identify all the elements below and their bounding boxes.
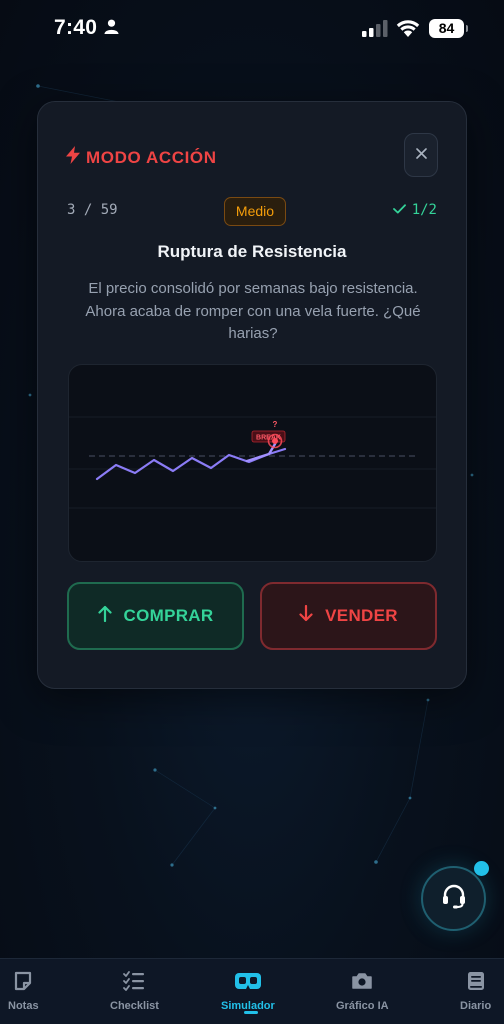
headset-icon xyxy=(440,882,468,915)
breakout-marker: BREAK ? xyxy=(251,420,286,449)
score-label: 1/2 xyxy=(411,202,437,218)
support-button[interactable] xyxy=(421,866,486,931)
camera-icon xyxy=(351,971,373,996)
scenario-title: Ruptura de Resistencia xyxy=(157,242,347,261)
simulator-card: MODO ACCIÓN 3 / 59 Medio 1/2 Ruptura de … xyxy=(37,101,467,689)
close-icon xyxy=(415,146,427,164)
nav-label: Checklist xyxy=(110,1000,159,1012)
checklist-icon xyxy=(123,971,145,996)
nav-item-grafico-ia[interactable]: Gráfico IA xyxy=(336,971,389,1012)
nav-item-simulador[interactable]: Simulador xyxy=(221,971,275,1012)
nav-label: Notas xyxy=(8,1000,39,1012)
check-icon xyxy=(392,202,406,218)
nav-label: Diario xyxy=(460,1000,492,1012)
wifi-icon xyxy=(396,18,420,42)
notes-icon xyxy=(13,971,33,996)
nav-label: Gráfico IA xyxy=(336,1000,389,1012)
score-indicator: 1/2 xyxy=(392,202,437,218)
status-bar: 7:40 84 xyxy=(0,0,504,58)
vr-icon xyxy=(234,971,262,996)
arrow-up-icon xyxy=(97,605,112,627)
price-chart: BREAK ? xyxy=(68,364,437,562)
status-time: 7:40 xyxy=(54,16,98,39)
nav-item-notas[interactable]: Notas xyxy=(8,971,39,1012)
bottom-navigation: Notas Checklist Simulador Gráfico IA Dia… xyxy=(0,958,504,1024)
journal-icon xyxy=(466,971,486,996)
question-progress: 3 / 59 xyxy=(67,202,118,218)
notification-dot xyxy=(474,861,489,876)
arrow-down-icon xyxy=(299,604,313,627)
sell-button-label: VENDER xyxy=(325,606,398,625)
nav-item-diario[interactable]: Diario xyxy=(460,971,491,1012)
active-tab-indicator xyxy=(244,1011,258,1014)
scenario-description: El precio consolidó por semanas bajo res… xyxy=(85,280,421,342)
sell-button[interactable]: VENDER xyxy=(260,582,437,650)
person-icon xyxy=(104,19,119,39)
mode-title: MODO ACCIÓN xyxy=(66,146,217,169)
lightning-icon xyxy=(66,146,80,169)
breakout-question-mark: ? xyxy=(273,420,278,429)
buy-button-label: COMPRAR xyxy=(123,606,214,625)
price-chart-svg: BREAK ? xyxy=(69,416,436,509)
buy-button[interactable]: COMPRAR xyxy=(67,582,244,650)
nav-item-checklist[interactable]: Checklist xyxy=(110,971,159,1012)
price-line xyxy=(95,447,287,481)
battery-indicator: 84 xyxy=(429,19,468,38)
difficulty-badge: Medio xyxy=(224,197,286,226)
close-button[interactable] xyxy=(404,133,438,177)
cellular-signal-icon xyxy=(362,20,388,42)
mode-title-label: MODO ACCIÓN xyxy=(86,147,217,167)
